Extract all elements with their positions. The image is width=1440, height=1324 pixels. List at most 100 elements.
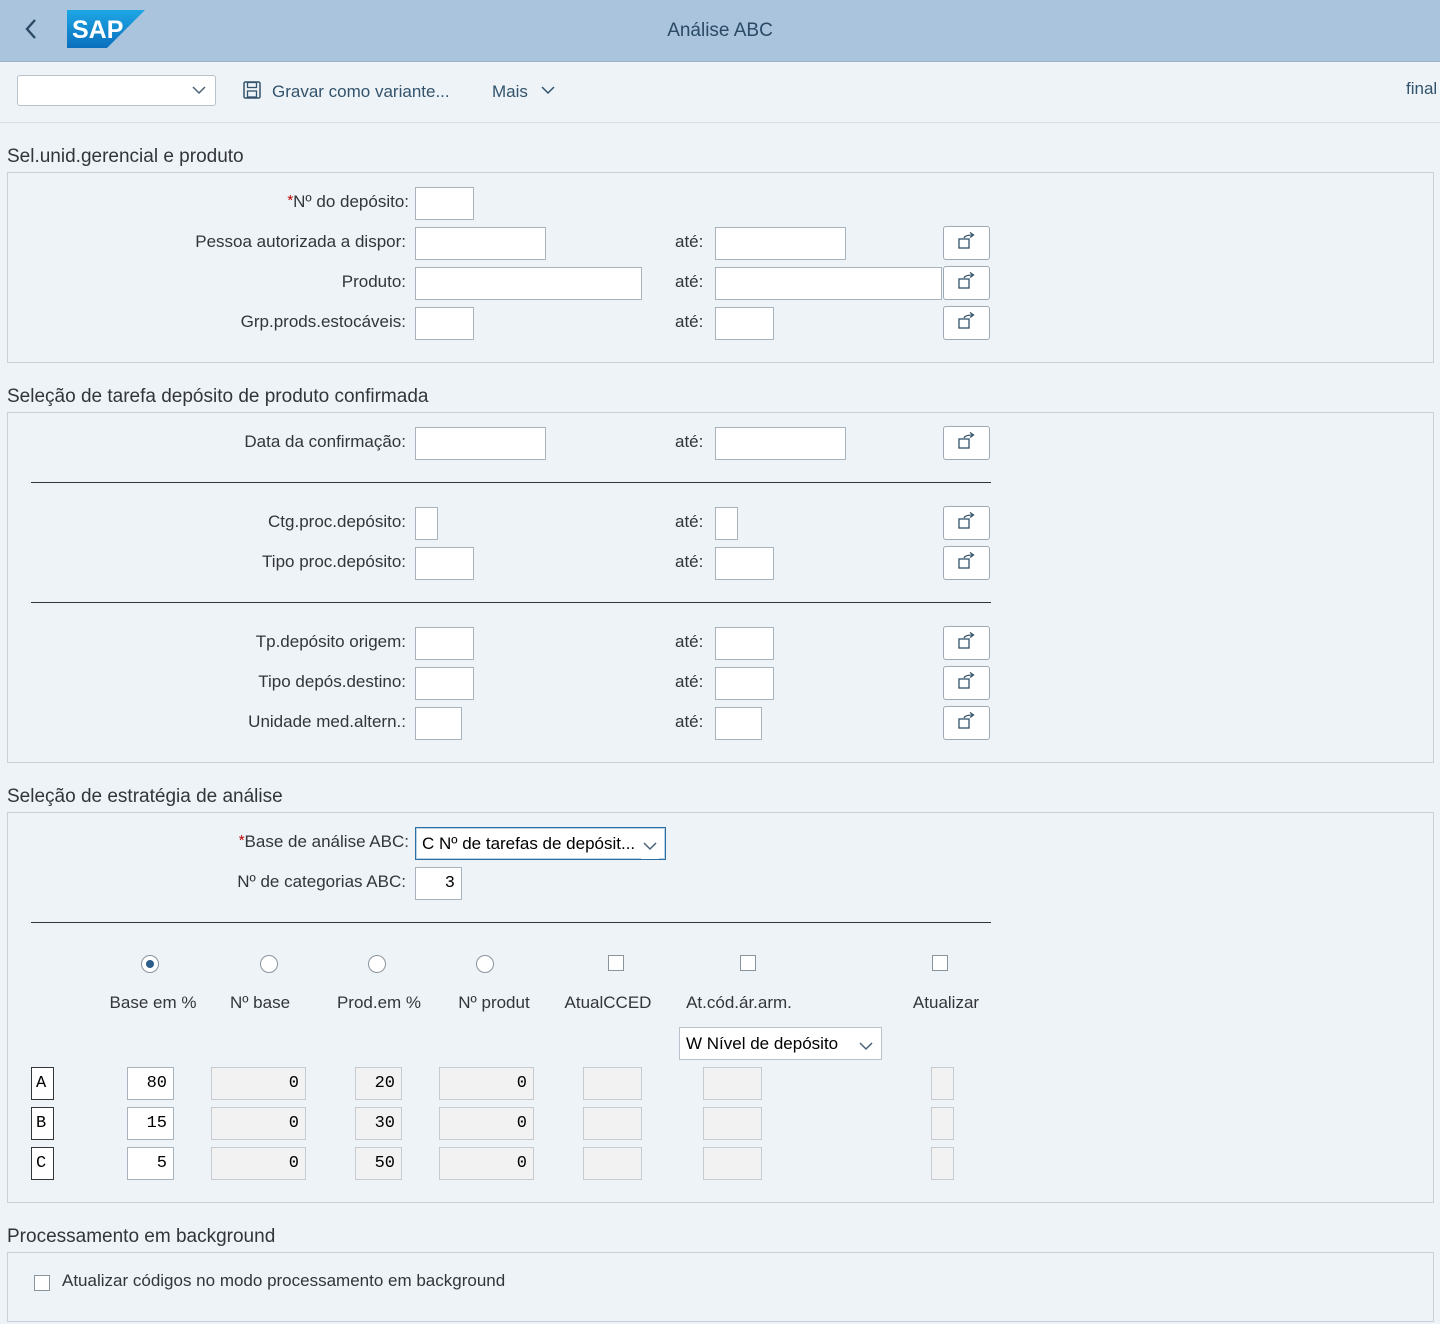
multiple-selection-arrow-icon — [957, 671, 977, 695]
product-percent-radio[interactable] — [368, 955, 386, 973]
disposal-party-label: Pessoa autorizada a dispor: — [195, 232, 406, 251]
process-category-from-input[interactable] — [415, 507, 438, 540]
update-cced-field-a — [583, 1067, 642, 1100]
update-cced-checkbox[interactable] — [608, 955, 624, 971]
column-header-update: Atualizar — [912, 993, 980, 1012]
sap-logo-text: SAP — [72, 16, 123, 44]
back-button[interactable] — [14, 14, 48, 48]
chevron-down-icon — [191, 82, 207, 103]
abc-basis-select[interactable]: C Nº de tarefas de depósit... — [415, 827, 666, 860]
column-header-product-number: Nº produt — [458, 993, 530, 1012]
range-to-label: até: — [675, 272, 704, 291]
process-category-label: Ctg.proc.depósito: — [268, 512, 406, 531]
product-to-input[interactable] — [715, 267, 942, 300]
update-field-a — [931, 1067, 954, 1100]
multiple-selection-arrow-icon — [957, 711, 977, 735]
update-storage-area-code-checkbox[interactable] — [740, 955, 756, 971]
multiple-selection-arrow-icon — [957, 311, 977, 335]
product-group-from-input[interactable] — [415, 307, 474, 340]
more-button[interactable]: Mais — [492, 79, 556, 105]
product-number-field-c: 0 — [439, 1147, 534, 1180]
column-header-basis-percent: Base em % — [109, 993, 197, 1012]
range-to-label: até: — [675, 512, 704, 531]
confirmation-date-to-input[interactable] — [715, 427, 846, 460]
abc-categories-input[interactable]: 3 — [415, 867, 462, 900]
floppy-disk-icon — [242, 80, 262, 105]
destination-storage-type-label: Tipo depós.destino: — [258, 672, 406, 691]
multiple-selection-arrow-icon — [957, 271, 977, 295]
basis-percent-input-b[interactable]: 15 — [127, 1107, 174, 1140]
multiple-selection-arrow-icon — [957, 631, 977, 655]
product-number-radio[interactable] — [476, 955, 494, 973]
category-label-b: B — [31, 1107, 54, 1140]
basis-percent-radio[interactable] — [141, 955, 159, 973]
alternative-unit-multiple-selection-button[interactable] — [943, 706, 990, 740]
storage-level-select[interactable]: W Nível de depósito — [679, 1027, 882, 1060]
alternative-unit-from-input[interactable] — [415, 707, 462, 740]
category-label-a: A — [31, 1067, 54, 1100]
range-to-label: até: — [675, 632, 704, 651]
toolbar — [0, 62, 1440, 123]
basis-percent-input-c[interactable]: 5 — [127, 1147, 174, 1180]
product-group-to-input[interactable] — [715, 307, 774, 340]
variant-select[interactable] — [17, 75, 216, 106]
disposal-party-to-input[interactable] — [715, 227, 846, 260]
process-type-label: Tipo proc.depósito: — [262, 552, 406, 571]
chevron-down-icon — [540, 82, 556, 103]
process-category-multiple-selection-button[interactable] — [943, 506, 990, 540]
alternative-unit-to-input[interactable] — [715, 707, 762, 740]
product-number-field-a: 0 — [439, 1067, 534, 1100]
confirmation-date-label: Data da confirmação: — [244, 432, 406, 451]
disposal-party-multiple-selection-button[interactable] — [943, 226, 990, 260]
product-percent-field-b: 30 — [355, 1107, 402, 1140]
range-to-label: até: — [675, 552, 704, 571]
product-group-multiple-selection-button[interactable] — [943, 306, 990, 340]
destination-storage-type-from-input[interactable] — [415, 667, 474, 700]
product-number-field-b: 0 — [439, 1107, 534, 1140]
storage-area-code-field-b — [703, 1107, 762, 1140]
final-button[interactable]: final — [1406, 79, 1437, 99]
section-title-org-product: Sel.unid.gerencial e produto — [7, 146, 244, 167]
section-title-task-selection: Seleção de tarefa depósito de produto co… — [7, 386, 429, 407]
abc-basis-label: *Base de análise ABC: — [238, 832, 409, 851]
destination-storage-type-multiple-selection-button[interactable] — [943, 666, 990, 700]
basis-number-field-b: 0 — [211, 1107, 306, 1140]
destination-storage-type-to-input[interactable] — [715, 667, 774, 700]
chevron-left-icon — [24, 18, 38, 45]
update-cced-field-b — [583, 1107, 642, 1140]
basis-number-field-a: 0 — [211, 1067, 306, 1100]
alternative-unit-label: Unidade med.altern.: — [248, 712, 406, 731]
process-type-from-input[interactable] — [415, 547, 474, 580]
column-header-basis-number: Nº base — [229, 993, 291, 1012]
process-type-to-input[interactable] — [715, 547, 774, 580]
source-storage-type-to-input[interactable] — [715, 627, 774, 660]
update-field-b — [931, 1107, 954, 1140]
sap-logo[interactable]: SAP — [67, 10, 145, 53]
product-multiple-selection-button[interactable] — [943, 266, 990, 300]
warehouse-number-input[interactable] — [415, 187, 474, 220]
column-header-storage-area-code: At.cód.ár.arm. — [686, 993, 792, 1012]
source-storage-type-multiple-selection-button[interactable] — [943, 626, 990, 660]
multiple-selection-arrow-icon — [957, 551, 977, 575]
background-update-checkbox[interactable] — [34, 1275, 50, 1291]
basis-number-radio[interactable] — [260, 955, 278, 973]
divider — [31, 602, 991, 603]
process-type-multiple-selection-button[interactable] — [943, 546, 990, 580]
update-field-c — [931, 1147, 954, 1180]
confirmation-date-from-input[interactable] — [415, 427, 546, 460]
disposal-party-from-input[interactable] — [415, 227, 546, 260]
basis-percent-input-a[interactable]: 80 — [127, 1067, 174, 1100]
process-category-to-input[interactable] — [715, 507, 738, 540]
range-to-label: até: — [675, 232, 704, 251]
source-storage-type-from-input[interactable] — [415, 627, 474, 660]
abc-basis-value: C Nº de tarefas de depósit... — [422, 834, 636, 853]
column-header-product-percent: Prod.em % — [336, 993, 422, 1012]
storage-level-value: W Nível de depósito — [686, 1034, 839, 1053]
range-to-label: até: — [675, 672, 704, 691]
product-from-input[interactable] — [415, 267, 642, 300]
multiple-selection-arrow-icon — [957, 431, 977, 455]
product-label: Produto: — [341, 272, 406, 291]
update-checkbox[interactable] — [932, 955, 948, 971]
save-as-variant-button[interactable]: Gravar como variante... — [242, 79, 450, 105]
confirmation-date-multiple-selection-button[interactable] — [943, 426, 990, 460]
